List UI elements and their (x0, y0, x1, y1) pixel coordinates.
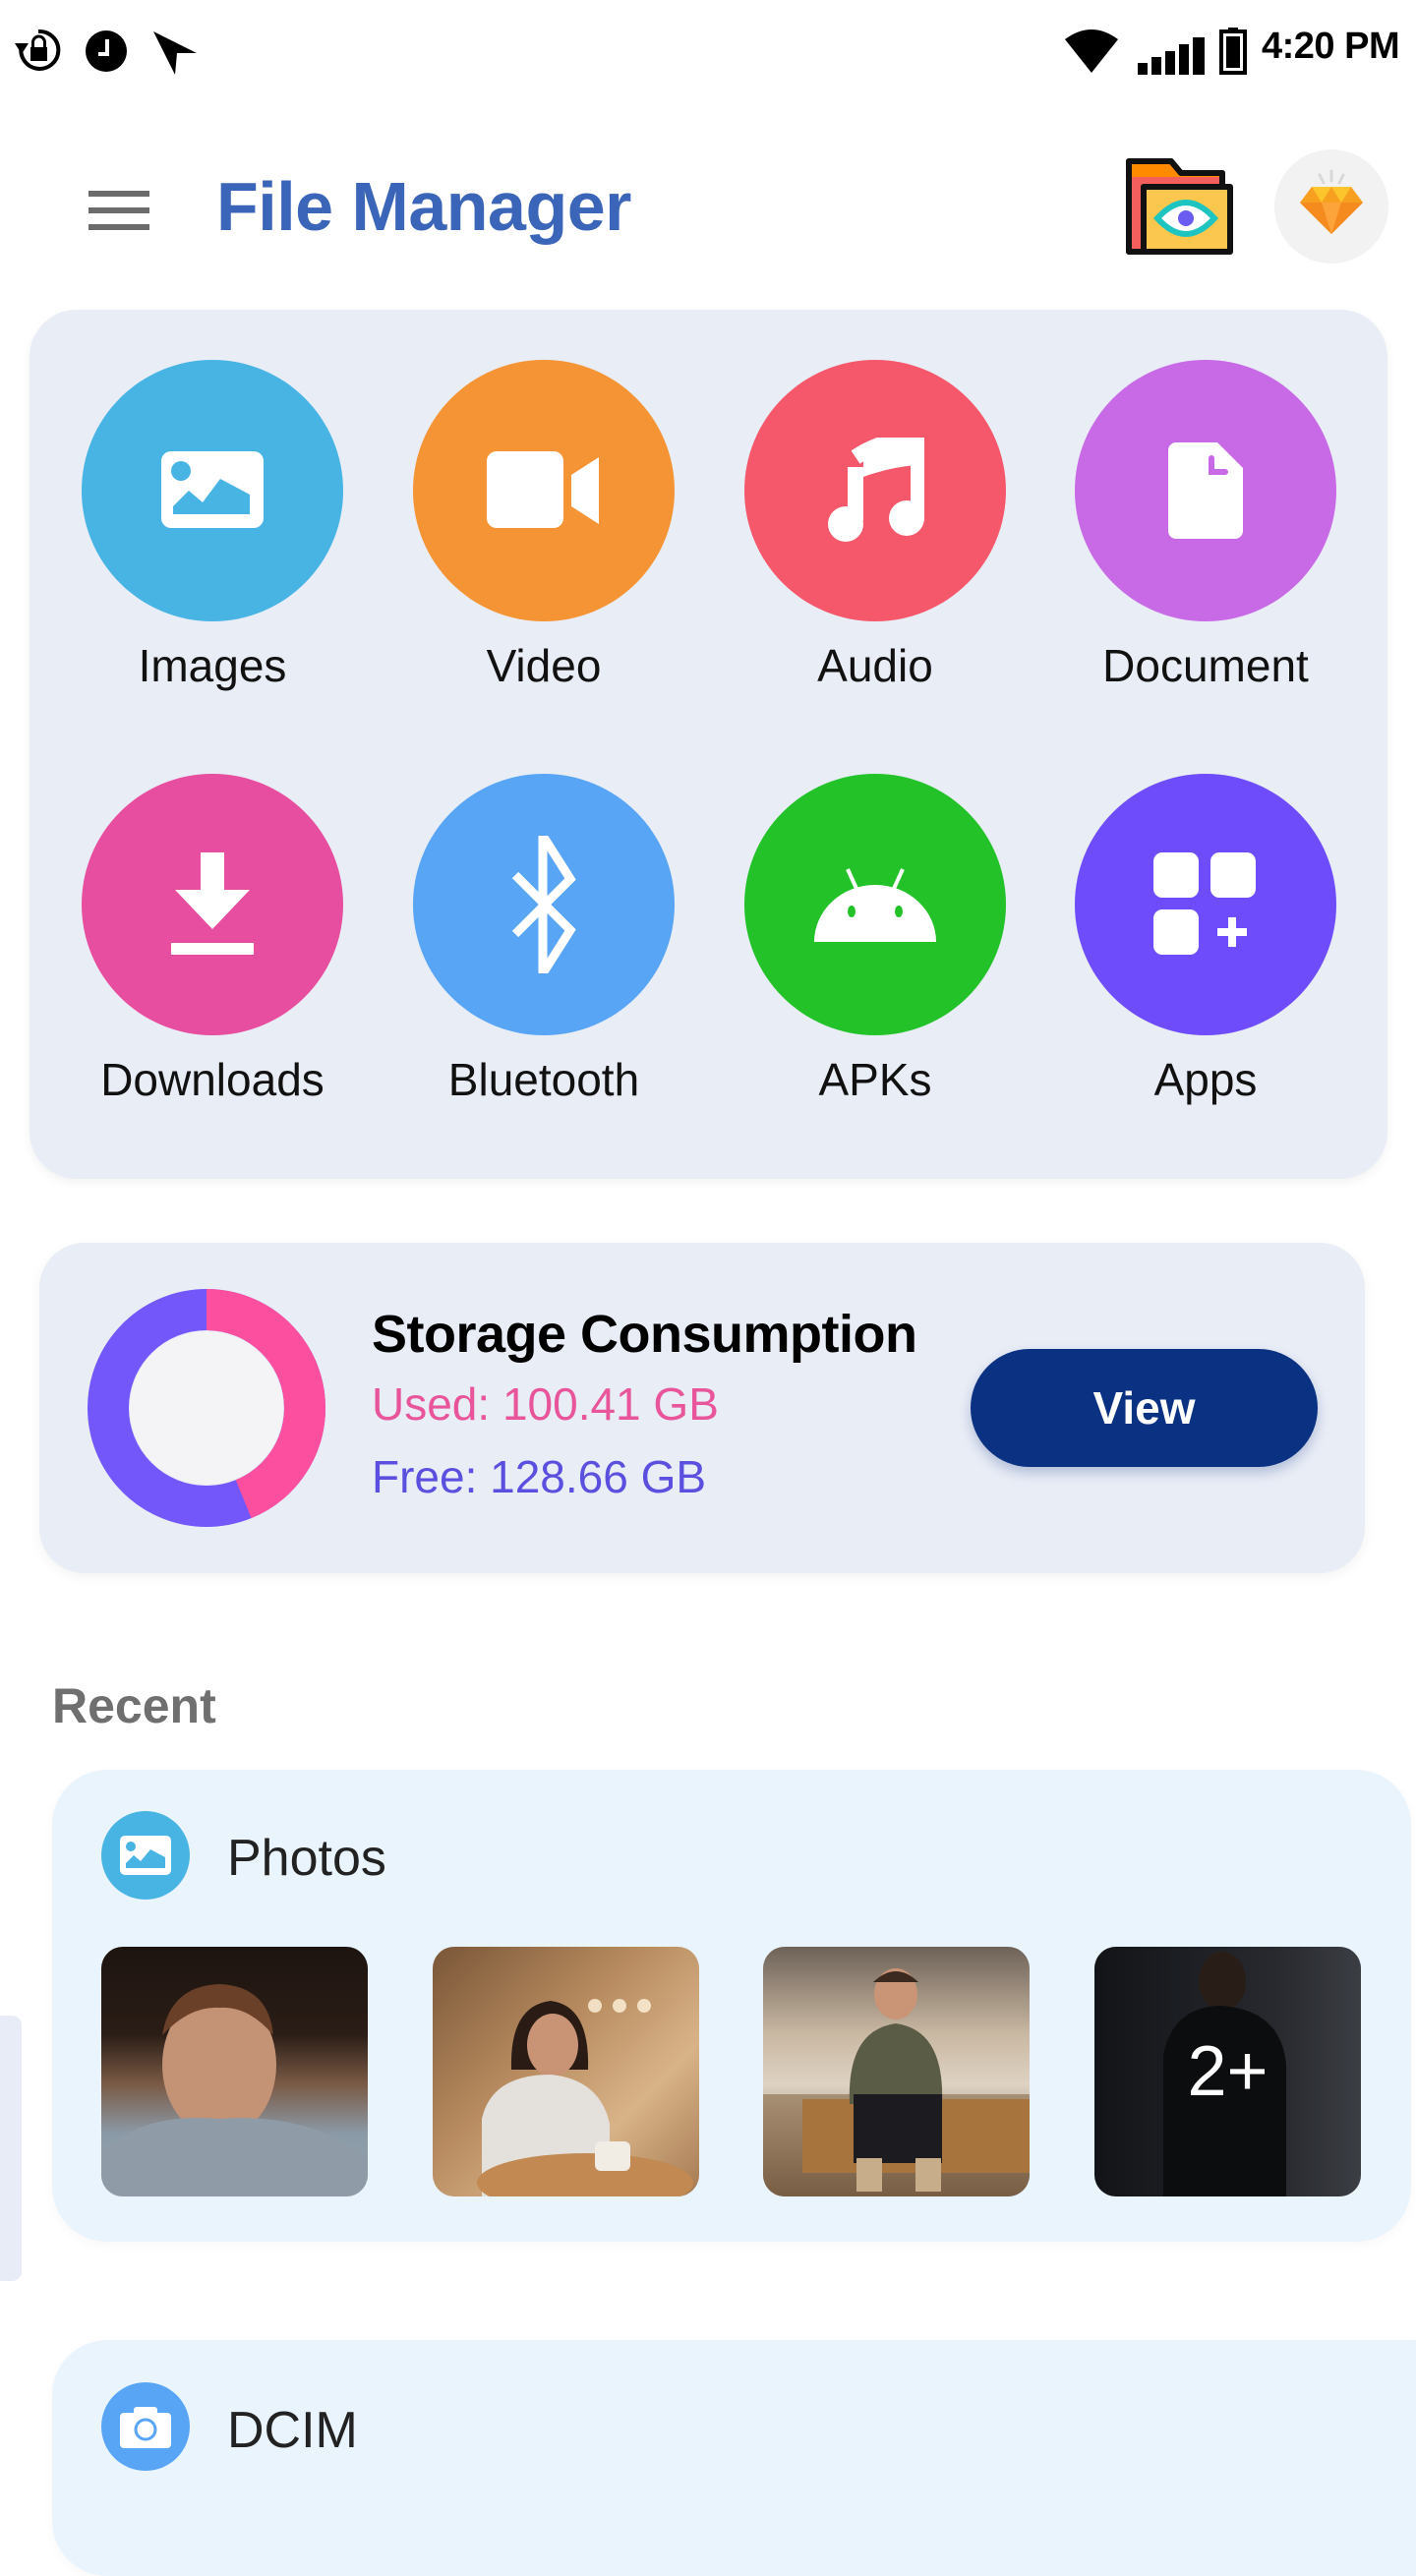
screen-rotation-lock-icon (15, 29, 61, 71)
music-note-icon (828, 438, 924, 542)
app-title: File Manager (216, 168, 631, 245)
category-grid: Images Video Audio Document Downloads Bl… (30, 310, 1387, 1179)
menu-button[interactable] (87, 183, 151, 238)
category-images[interactable]: Images (65, 360, 360, 753)
apks-circle (744, 774, 1006, 1035)
cellular-signal-icon (1138, 37, 1205, 75)
apps-grid-icon (1153, 852, 1256, 955)
premium-button[interactable] (1274, 149, 1388, 263)
category-label: Downloads (100, 1054, 324, 1105)
category-apps[interactable]: Apps (1058, 774, 1353, 1167)
category-downloads[interactable]: Downloads (65, 774, 360, 1167)
category-document[interactable]: Document (1058, 360, 1353, 753)
recent-section-title: Recent (52, 1678, 216, 1733)
photo-thumbnail[interactable] (763, 1947, 1030, 2196)
category-label: Document (1102, 640, 1309, 691)
downloads-circle (82, 774, 343, 1035)
hidden-folder-eye-icon[interactable] (1124, 157, 1234, 256)
category-label: Audio (817, 640, 933, 691)
category-label: Apps (1153, 1054, 1258, 1105)
alarm-clock-icon (86, 30, 127, 72)
folder-name: Photos (227, 1830, 386, 1887)
audio-circle (744, 360, 1006, 621)
category-audio[interactable]: Audio (728, 360, 1023, 753)
location-arrow-icon (153, 31, 197, 75)
category-apks[interactable]: APKs (728, 774, 1023, 1167)
android-icon (814, 868, 936, 942)
images-circle (82, 360, 343, 621)
category-label: Video (486, 640, 602, 691)
storage-free: Free: 128.66 GB (372, 1451, 707, 1502)
category-label: APKs (818, 1054, 932, 1105)
folder-name: DCIM (227, 2402, 358, 2459)
wifi-icon (1065, 29, 1118, 73)
category-video[interactable]: Video (396, 360, 691, 753)
donut-center (130, 1331, 283, 1485)
storage-title: Storage Consumption (372, 1305, 917, 1364)
dcim-folder-icon-circle (101, 2382, 190, 2471)
category-label: Images (138, 640, 287, 691)
video-camera-icon (487, 451, 599, 528)
more-photos-count: 2+ (1187, 2032, 1268, 2111)
document-circle (1075, 360, 1336, 621)
apps-circle (1075, 774, 1336, 1035)
premium-diamond-icon (1300, 169, 1363, 234)
recent-folder-photos[interactable]: Photos 2+ (52, 1770, 1411, 2242)
image-icon (161, 451, 264, 528)
camera-icon (120, 2407, 171, 2448)
storage-card: Storage Consumption Used: 100.41 GB Free… (39, 1243, 1365, 1573)
video-circle (413, 360, 675, 621)
recent-folder-dcim[interactable]: DCIM (52, 2340, 1416, 2576)
photos-folder-icon-circle (101, 1811, 190, 1900)
storage-donut-chart (88, 1289, 325, 1527)
photo-thumbnail-more[interactable]: 2+ (1094, 1947, 1361, 2196)
storage-used: Used: 100.41 GB (372, 1378, 719, 1430)
status-time: 4:20 PM (1262, 26, 1400, 67)
photo-thumbnail[interactable] (433, 1947, 699, 2196)
category-bluetooth[interactable]: Bluetooth (396, 774, 691, 1167)
battery-icon (1219, 28, 1247, 75)
adjacent-card-edge (0, 2016, 22, 2281)
image-icon (120, 1836, 171, 1875)
document-icon (1168, 442, 1243, 539)
download-icon (171, 852, 254, 955)
photo-thumbnail[interactable] (101, 1947, 368, 2196)
bluetooth-icon (511, 836, 576, 973)
view-storage-button[interactable]: View (971, 1349, 1318, 1467)
hamburger-menu-icon (88, 191, 149, 197)
category-label: Bluetooth (447, 1054, 640, 1105)
bluetooth-circle (413, 774, 675, 1035)
